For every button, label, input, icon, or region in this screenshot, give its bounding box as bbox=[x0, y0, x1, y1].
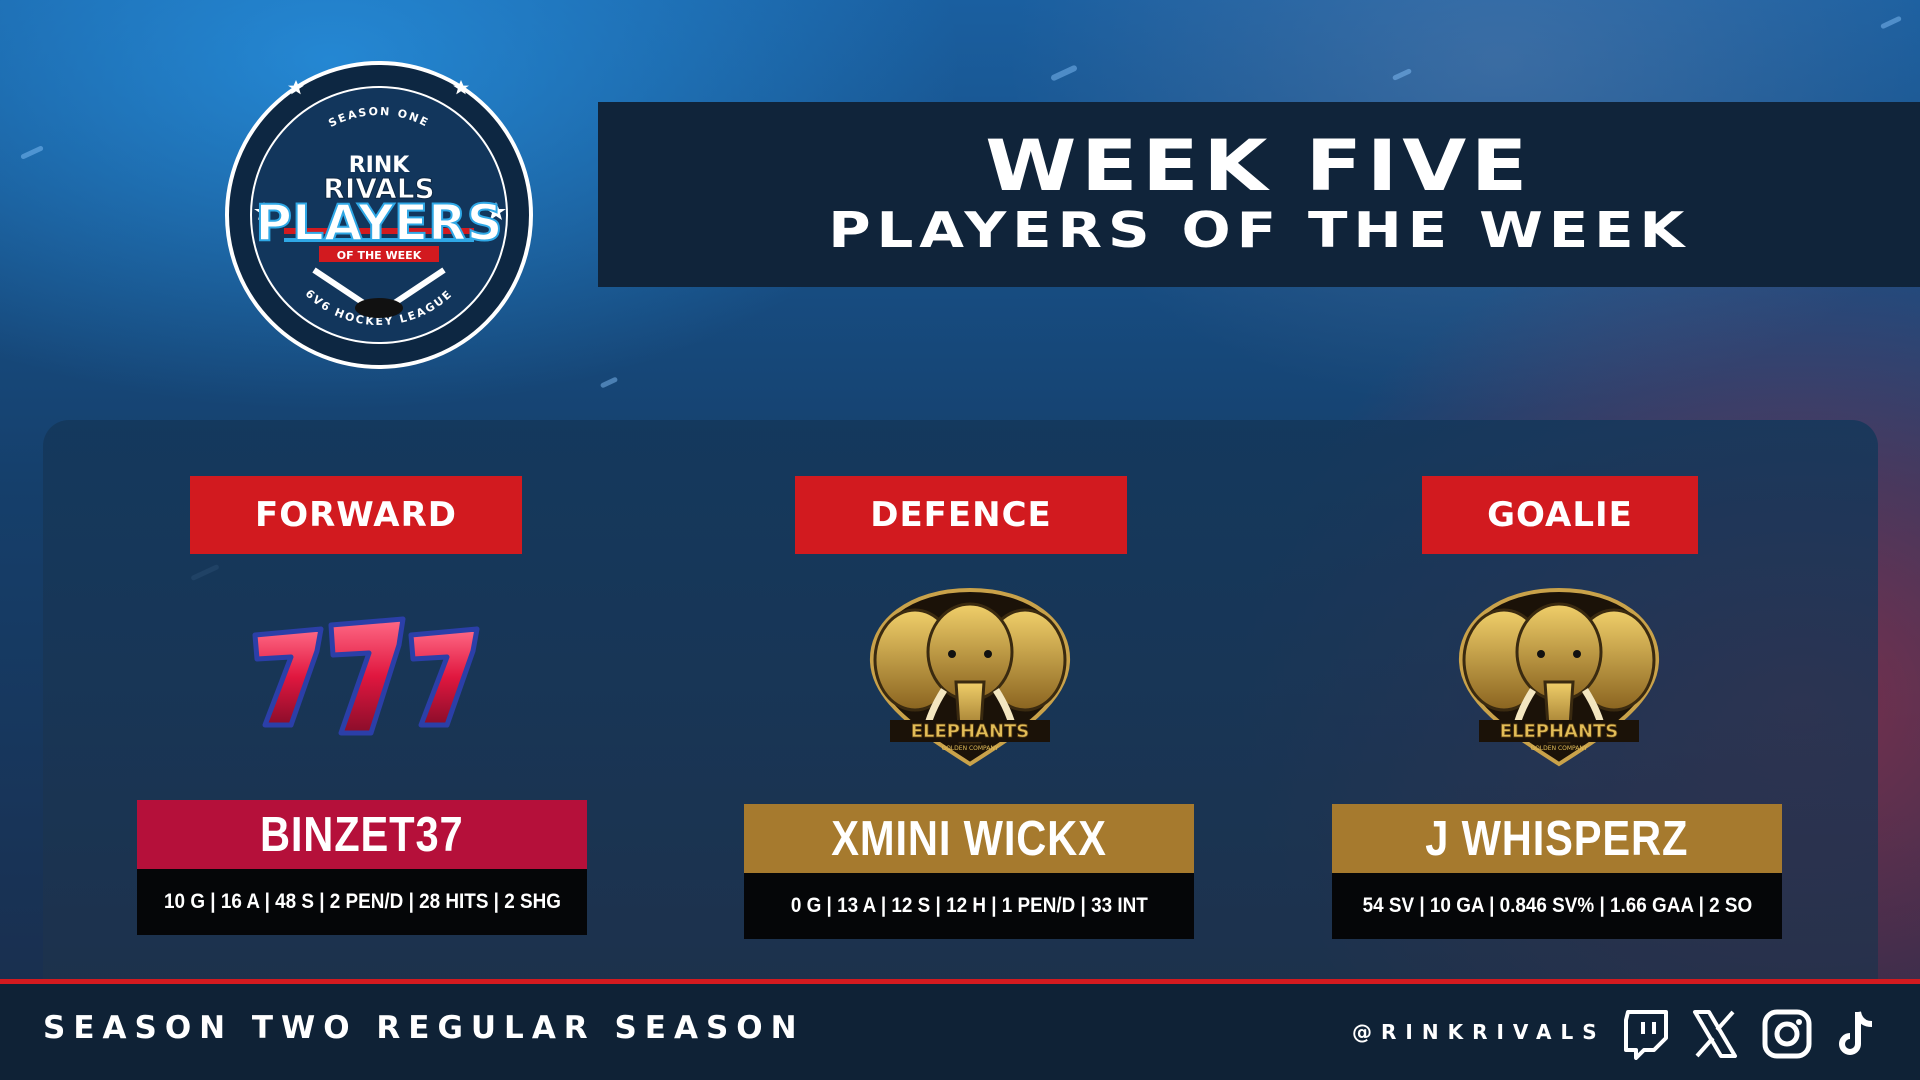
team-name: ELEPHANTS bbox=[1500, 721, 1619, 742]
player-name-bar: XMINI WICKX bbox=[744, 804, 1194, 873]
team-name: ELEPHANTS bbox=[911, 721, 1030, 742]
title-week: WEEK FIVE bbox=[985, 124, 1533, 207]
elephant-logo: ELEPHANTS GOLDEN COMPANY bbox=[860, 582, 1080, 772]
player-name: XMINI WICKX bbox=[831, 811, 1107, 866]
title-subtitle: PLAYERS OF THE WEEK bbox=[827, 202, 1691, 260]
logo-sub: OF THE WEEK bbox=[337, 249, 422, 262]
player-name: BINZET37 bbox=[260, 807, 464, 862]
tiktok-icon[interactable] bbox=[1830, 1008, 1882, 1060]
position-badge: DEFENCE bbox=[795, 476, 1127, 554]
position-badge: FORWARD bbox=[190, 476, 522, 554]
background-speck bbox=[20, 145, 44, 160]
777-logo bbox=[243, 615, 483, 745]
player-name: J WHISPERZ bbox=[1425, 811, 1689, 866]
instagram-icon[interactable] bbox=[1761, 1008, 1813, 1060]
player-card-goalie: GOALIE ELEPHANTS GOLDEN COMPANY J WHISPE… bbox=[1243, 420, 1878, 980]
player-stats: 54 SV | 10 GA | 0.846 SV% | 1.66 GAA | 2… bbox=[1362, 894, 1752, 917]
player-stats-bar: 54 SV | 10 GA | 0.846 SV% | 1.66 GAA | 2… bbox=[1332, 873, 1782, 939]
player-stats-bar: 10 G | 16 A | 48 S | 2 PEN/D | 28 HITS |… bbox=[137, 869, 587, 935]
background-speck bbox=[1050, 64, 1078, 82]
player-card-defence: DEFENCE ELEPHANTS GOLDEN COMPANY XMINI W… bbox=[643, 420, 1243, 980]
player-card-forward: FORWARD BINZET37 10 G | 16 A | 48 S | 2 … bbox=[43, 420, 643, 980]
x-icon[interactable] bbox=[1689, 1008, 1741, 1060]
player-stats: 0 G | 13 A | 12 S | 12 H | 1 PEN/D | 33 … bbox=[790, 894, 1148, 917]
background-speck bbox=[599, 376, 619, 389]
player-name-bar: BINZET37 bbox=[137, 800, 587, 869]
social-handle: @RINKRIVALS bbox=[1352, 1020, 1606, 1044]
team-sub: GOLDEN COMPANY bbox=[1530, 745, 1587, 752]
position-badge: GOALIE bbox=[1422, 476, 1698, 554]
background-speck bbox=[1391, 68, 1413, 81]
title-banner: WEEK FIVE PLAYERS OF THE WEEK bbox=[598, 102, 1920, 287]
background-speck bbox=[1879, 15, 1903, 30]
player-stats-bar: 0 G | 13 A | 12 S | 12 H | 1 PEN/D | 33 … bbox=[744, 873, 1194, 939]
logo-main: PLAYERS bbox=[255, 194, 502, 252]
players-panel: FORWARD BINZET37 10 G | 16 A | 48 S | 2 … bbox=[43, 420, 1878, 980]
player-stats: 10 G | 16 A | 48 S | 2 PEN/D | 28 HITS |… bbox=[163, 890, 561, 913]
team-sub: GOLDEN COMPANY bbox=[941, 745, 998, 752]
season-label: SEASON TWO REGULAR SEASON bbox=[43, 1010, 805, 1046]
rink-rivals-logo: SEASON ONE 6V6 HOCKEY LEAGUE RINK RIVALS… bbox=[224, 60, 534, 370]
player-name-bar: J WHISPERZ bbox=[1332, 804, 1782, 873]
elephant-logo: ELEPHANTS GOLDEN COMPANY bbox=[1449, 582, 1669, 772]
twitch-icon[interactable] bbox=[1620, 1008, 1672, 1060]
footer: SEASON TWO REGULAR SEASON @RINKRIVALS bbox=[0, 984, 1920, 1080]
